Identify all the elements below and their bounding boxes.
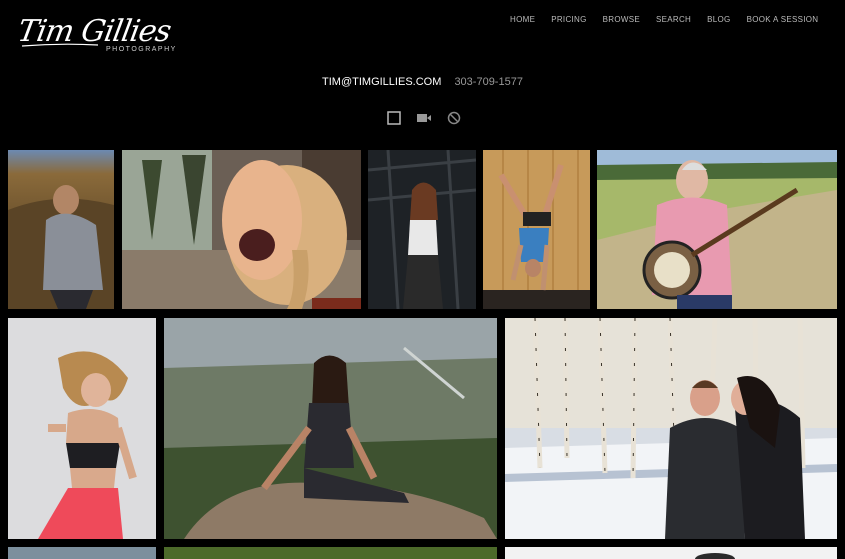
logo-tagline: PHOTOGRAPHY: [106, 46, 177, 53]
photo-image: [164, 547, 497, 559]
nav-book-session[interactable]: BOOK A SESSION: [747, 15, 819, 24]
photo-handstand-against-wall[interactable]: [483, 150, 590, 309]
photo-image: [8, 547, 156, 559]
no-entry-icon[interactable]: [446, 110, 462, 126]
photo-image: [8, 150, 114, 309]
nav-browse[interactable]: BROWSE: [603, 15, 640, 24]
logo-swash: [21, 43, 99, 47]
photo-row3-1[interactable]: [8, 547, 156, 559]
contact-phone[interactable]: 303-709-1577: [454, 76, 523, 88]
nav-pricing[interactable]: PRICING: [551, 15, 586, 24]
view-toolbar: [386, 110, 462, 126]
main-nav: HOME PRICING BROWSE SEARCH BLOG BOOK A S…: [510, 15, 834, 24]
photo-boy-in-field[interactable]: [8, 150, 114, 309]
contact-info: TIM@TIMGILLIES.COM 303-709-1577: [0, 76, 845, 88]
nav-home[interactable]: HOME: [510, 15, 535, 24]
square-icon[interactable]: [386, 110, 402, 126]
photo-image: [505, 547, 837, 559]
photo-image: [8, 318, 156, 539]
photo-row3-2[interactable]: [164, 547, 497, 559]
photo-image: [483, 150, 590, 309]
photo-woman-sitting-on-rock[interactable]: [164, 318, 497, 539]
photo-image: [368, 150, 476, 309]
nav-blog[interactable]: BLOG: [707, 15, 730, 24]
photo-woman-dancing[interactable]: [8, 318, 156, 539]
photo-image: [164, 318, 497, 539]
nav-search[interactable]: SEARCH: [656, 15, 691, 24]
photo-image: [505, 318, 837, 539]
photo-woman-laughing[interactable]: [122, 150, 361, 309]
contact-email[interactable]: TIM@TIMGILLIES.COM: [322, 76, 441, 88]
brand-logo[interactable]: Tim Gillies PHOTOGRAPHY: [15, 14, 175, 58]
video-camera-icon[interactable]: [416, 110, 432, 126]
photo-woman-in-gym[interactable]: [368, 150, 476, 309]
photo-couple-kissing-in-snow[interactable]: [505, 318, 837, 539]
photo-image: [122, 150, 361, 309]
photo-woman-with-banjo[interactable]: [597, 150, 837, 309]
photo-row3-3[interactable]: [505, 547, 837, 559]
photo-image: [597, 150, 837, 309]
